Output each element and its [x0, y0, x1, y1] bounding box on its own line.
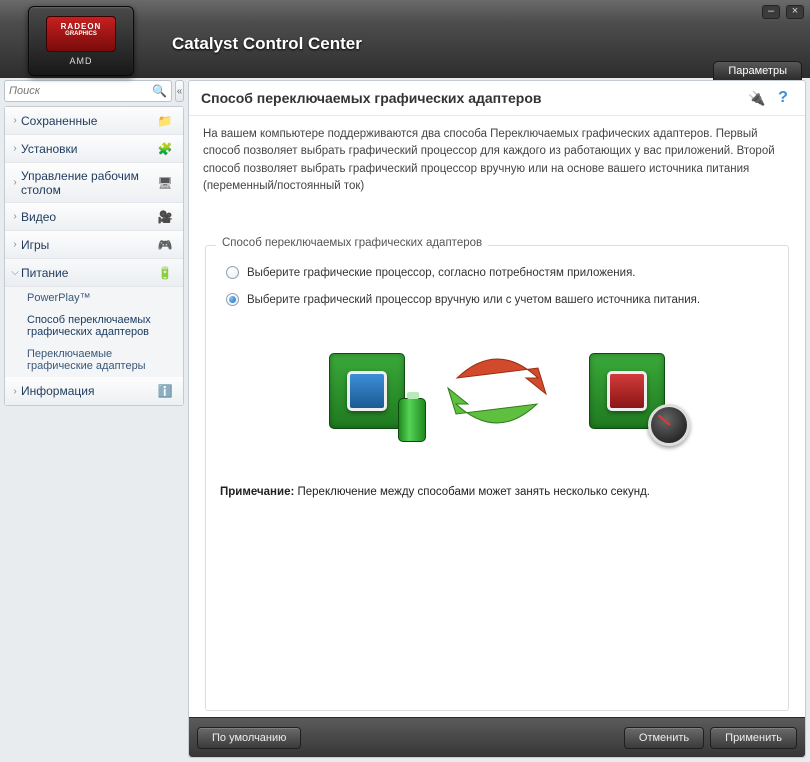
sidebar-sub-power: PowerPlay™ Способ переключаемых графичес…: [5, 287, 183, 377]
sidebar-sub-switchable-adapters[interactable]: Переключаемые графические адаптеры: [5, 343, 183, 377]
gauge-icon: [648, 404, 690, 446]
option-label: Выберите графический процессор вручную и…: [247, 294, 700, 306]
brand-logo: RADEON GRAPHICS AMD: [28, 6, 134, 76]
help-icon[interactable]: ?: [773, 89, 793, 107]
chevron-right-icon: [9, 386, 21, 397]
search-input[interactable]: [9, 85, 152, 97]
gamepad-icon: 🎮: [153, 238, 177, 252]
parameters-button[interactable]: Параметры: [713, 61, 802, 81]
defaults-button[interactable]: По умолчанию: [197, 727, 301, 749]
search-icon[interactable]: 🔍: [152, 84, 167, 98]
info-icon: ℹ️: [153, 384, 177, 398]
sidebar-sub-switchable-method[interactable]: Способ переключаемых графических адаптер…: [5, 309, 183, 343]
chevron-right-icon: [9, 115, 21, 126]
option-by-application[interactable]: Выберите графические процессор, согласно…: [226, 266, 774, 279]
collapse-sidebar-button[interactable]: «: [175, 80, 184, 102]
sidebar-item-label: Питание: [21, 266, 153, 280]
page-title: Способ переключаемых графических адаптер…: [201, 90, 741, 106]
chevron-right-icon: [9, 239, 21, 250]
logo-subtext: GRAPHICS: [47, 31, 115, 37]
battery-icon: [398, 398, 426, 442]
sidebar-sub-powerplay[interactable]: PowerPlay™: [5, 287, 183, 309]
main-panel: Способ переключаемых графических адаптер…: [188, 80, 806, 758]
note-text: Примечание: Переключение между способами…: [220, 486, 774, 498]
chip-power-saving-icon: [322, 346, 412, 436]
switchable-method-group: Способ переключаемых графических адаптер…: [205, 245, 789, 711]
sidebar-item-label: Управление рабочим столом: [21, 169, 153, 197]
battery-icon: 🔋: [153, 266, 177, 280]
desktop-icon: 🖥: [153, 176, 177, 190]
folder-icon: 📁: [153, 114, 177, 128]
option-manual-power[interactable]: Выберите графический процессор вручную и…: [226, 293, 774, 306]
sidebar-item-games[interactable]: Игры 🎮: [5, 231, 183, 259]
sidebar-item-label: Информация: [21, 384, 153, 398]
sidebar-item-label: Видео: [21, 210, 153, 224]
sidebar-item-label: Сохраненные: [21, 114, 153, 128]
sidebar-item-label: Установки: [21, 142, 153, 156]
chevron-right-icon: [9, 211, 21, 222]
sidebar: 🔍 « Сохраненные 📁 Установки 🧩 Управле: [4, 80, 184, 758]
radio-icon[interactable]: [226, 293, 239, 306]
logo-text: RADEON: [61, 22, 102, 31]
camera-icon: 🎥: [153, 210, 177, 224]
sidebar-item-saved[interactable]: Сохраненные 📁: [5, 107, 183, 135]
power-plug-icon[interactable]: 🔌: [747, 89, 767, 107]
sidebar-item-installs[interactable]: Установки 🧩: [5, 135, 183, 163]
apply-button[interactable]: Применить: [710, 727, 797, 749]
swap-arrows-icon: [442, 346, 552, 436]
radio-icon[interactable]: [226, 266, 239, 279]
minimize-button[interactable]: –: [762, 5, 780, 19]
close-button[interactable]: ×: [786, 5, 804, 19]
sidebar-item-power[interactable]: Питание 🔋: [5, 259, 183, 287]
sidebar-item-label: Игры: [21, 238, 153, 252]
page-description: На вашем компьютере поддерживаются два с…: [189, 116, 805, 205]
sidebar-item-video[interactable]: Видео 🎥: [5, 203, 183, 231]
search-box[interactable]: 🔍: [4, 80, 172, 102]
logo-brand: AMD: [70, 56, 93, 66]
chevron-right-icon: [9, 143, 21, 154]
settings-icon: 🧩: [153, 142, 177, 156]
app-title: Catalyst Control Center: [172, 34, 362, 54]
group-legend: Способ переключаемых графических адаптер…: [216, 237, 488, 249]
chevron-right-icon: [9, 177, 21, 188]
chip-performance-icon: [582, 346, 672, 436]
page-header: Способ переключаемых графических адаптер…: [189, 81, 805, 116]
illustration: [220, 346, 774, 436]
footer-bar: По умолчанию Отменить Применить: [189, 717, 805, 757]
header: RADEON GRAPHICS AMD Catalyst Control Cen…: [0, 24, 810, 78]
nav-tree: Сохраненные 📁 Установки 🧩 Управление раб…: [4, 106, 184, 406]
sidebar-item-info[interactable]: Информация ℹ️: [5, 377, 183, 405]
chevron-down-icon: [9, 267, 21, 278]
cancel-button[interactable]: Отменить: [624, 727, 704, 749]
sidebar-item-desktop-mgmt[interactable]: Управление рабочим столом 🖥: [5, 163, 183, 203]
option-label: Выберите графические процессор, согласно…: [247, 267, 636, 279]
